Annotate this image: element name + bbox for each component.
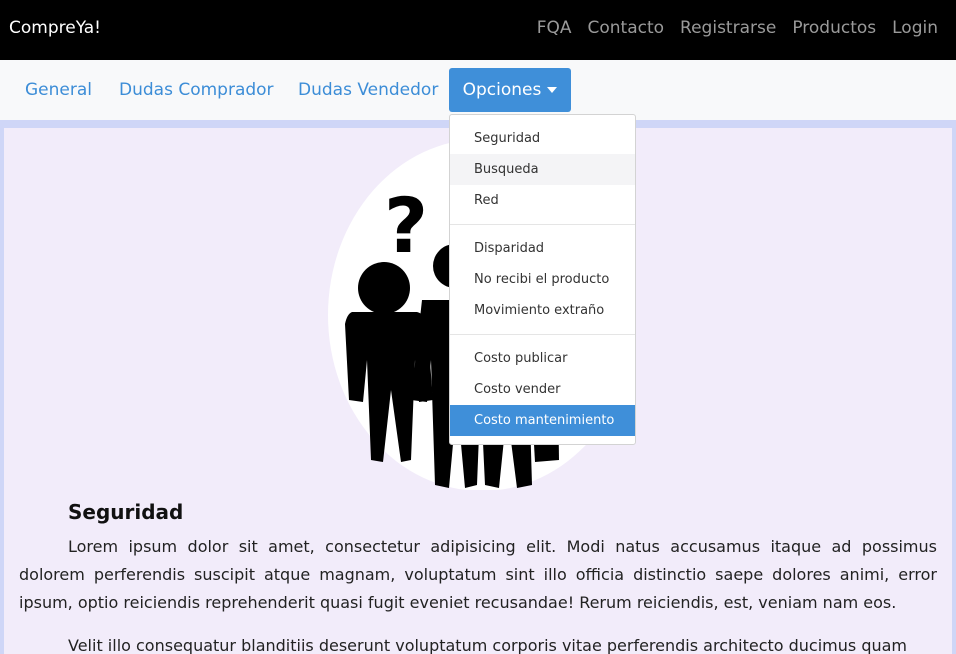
menu-item-costo-vender[interactable]: Costo vender xyxy=(450,374,635,405)
tab-general[interactable]: General xyxy=(25,80,92,100)
menu-item-busqueda[interactable]: Busqueda xyxy=(450,154,635,185)
tab-dudas-comprador[interactable]: Dudas Comprador xyxy=(119,80,274,100)
brand-logo[interactable]: CompreYa! xyxy=(9,18,101,38)
options-dropdown-menu: Seguridad Busqueda Red Disparidad No rec… xyxy=(449,114,636,445)
menu-divider xyxy=(450,224,635,225)
menu-item-costo-mantenimiento[interactable]: Costo mantenimiento xyxy=(450,405,635,436)
section-title: Seguridad xyxy=(68,500,184,524)
options-dropdown-button[interactable]: Opciones xyxy=(449,68,571,112)
menu-item-red[interactable]: Red xyxy=(450,185,635,216)
menu-item-disparidad[interactable]: Disparidad xyxy=(450,233,635,264)
options-label: Opciones xyxy=(462,80,542,100)
top-navbar: CompreYa! FQA Contacto Registrarse Produ… xyxy=(0,0,956,60)
nav-link-productos[interactable]: Productos xyxy=(792,18,876,38)
menu-divider xyxy=(450,334,635,335)
menu-item-seguridad[interactable]: Seguridad xyxy=(450,123,635,154)
faq-subnav: General Dudas Comprador Dudas Vendedor O… xyxy=(0,60,956,120)
paragraph-1: Lorem ipsum dolor sit amet, consectetur … xyxy=(19,537,937,612)
paragraph-2: Velit illo consequatur blanditiis deseru… xyxy=(68,636,908,654)
nav-link-fqa[interactable]: FQA xyxy=(537,18,572,38)
caret-down-icon xyxy=(547,87,558,93)
menu-item-costo-publicar[interactable]: Costo publicar xyxy=(450,343,635,374)
menu-item-movimiento-extrano[interactable]: Movimiento extraño xyxy=(450,295,635,326)
nav-link-login[interactable]: Login xyxy=(892,18,938,38)
top-nav-links: FQA Contacto Registrarse Productos Login xyxy=(537,18,938,38)
nav-link-registrarse[interactable]: Registrarse xyxy=(680,18,776,38)
tab-dudas-vendedor[interactable]: Dudas Vendedor xyxy=(298,80,438,100)
question-mark-glyph: ? xyxy=(384,181,428,270)
menu-item-no-recibi[interactable]: No recibi el producto xyxy=(450,264,635,295)
nav-link-contacto[interactable]: Contacto xyxy=(588,18,665,38)
